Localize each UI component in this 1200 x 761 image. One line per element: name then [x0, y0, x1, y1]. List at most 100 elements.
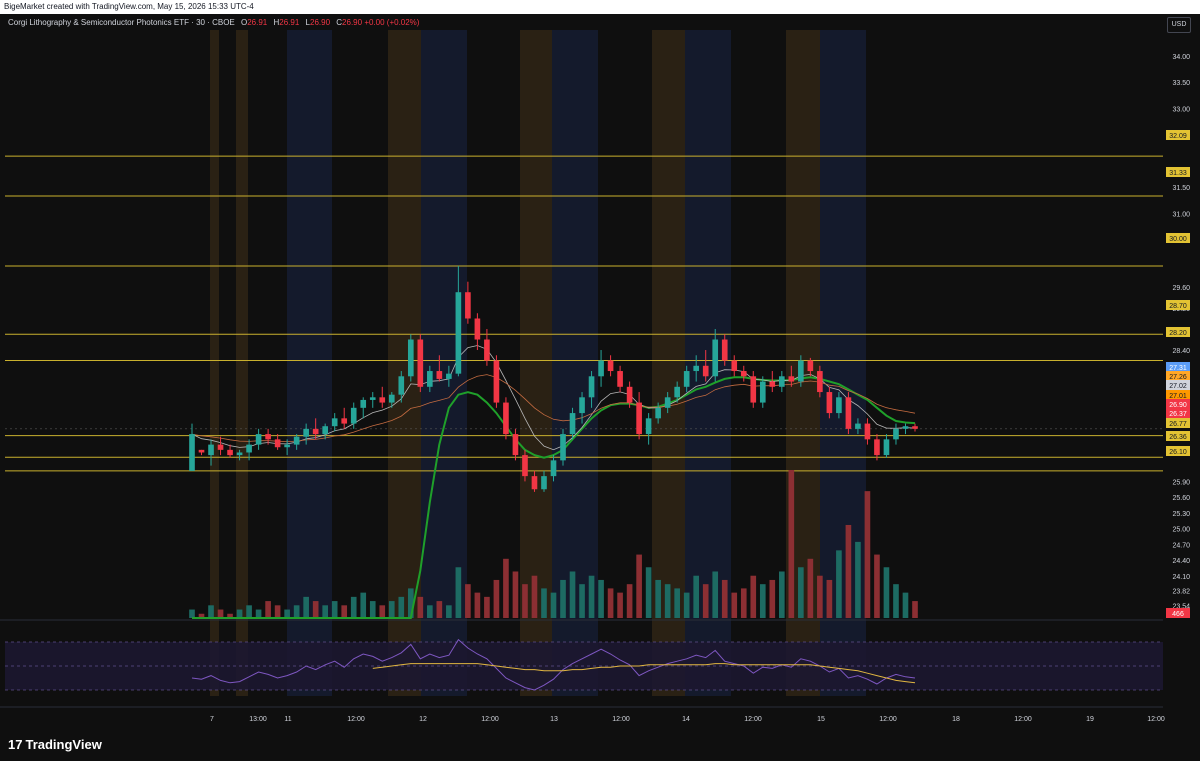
volume-bar [759, 584, 766, 618]
tradingview-mark-icon: 17 [8, 737, 23, 752]
volume-bar [626, 584, 633, 618]
time-tick-label: 12:00 [347, 716, 365, 723]
candle-body [893, 428, 899, 440]
candle-body [883, 439, 890, 456]
candle-body [446, 373, 452, 379]
time-tick-label: 14 [682, 716, 690, 723]
candle-body [731, 360, 738, 372]
volume-bar [189, 609, 195, 618]
volume-bar [674, 588, 680, 618]
candle-body [455, 292, 462, 374]
tradingview-logo[interactable]: 17 TradingView [8, 737, 102, 752]
candle-body [522, 455, 528, 477]
price-tick-label: 25.90 [1172, 479, 1190, 486]
volume-bar [465, 584, 471, 618]
chart-canvas[interactable]: 80.0060.0044.2743.01 34.0033.5033.0032.5… [0, 0, 1200, 761]
candle-body [626, 386, 633, 403]
candle-body [912, 426, 918, 429]
volume-bar [798, 567, 804, 618]
volume-bar [655, 579, 661, 618]
price-badge-label: 27.26 [1169, 374, 1187, 381]
time-tick-label: 12:00 [481, 716, 499, 723]
candle-body [284, 444, 290, 448]
volume-bar [731, 592, 738, 618]
candle-body [664, 397, 671, 408]
candle-body [588, 376, 595, 398]
candle-body [550, 460, 557, 477]
price-tick-label: 25.30 [1172, 511, 1190, 518]
symbol-legend[interactable]: Corgi Lithography & Semiconductor Photon… [8, 18, 419, 27]
price-tick-label: 33.50 [1172, 80, 1190, 87]
candle-body [407, 339, 414, 377]
candle-body [474, 318, 481, 340]
candle-body [227, 449, 233, 456]
candle-body [636, 402, 642, 435]
price-badge-label: 26.37 [1169, 411, 1187, 418]
volume-bar [331, 601, 338, 618]
time-tick-label: 18 [952, 716, 960, 723]
currency-button[interactable]: USD [1167, 17, 1191, 33]
volume-bar [817, 575, 823, 618]
volume-bar [436, 601, 443, 618]
volume-bar [312, 601, 319, 618]
price-badge-label: 27.02 [1169, 383, 1187, 390]
session-band [236, 30, 248, 696]
time-tick-label: 12 [419, 716, 427, 723]
time-tick-label: 15 [817, 716, 825, 723]
volume-bar [360, 592, 367, 618]
volume-bar [293, 605, 300, 618]
volume-bar [769, 579, 776, 618]
candle-body [398, 376, 405, 395]
volume-bar [512, 571, 519, 618]
volume-bar [503, 558, 509, 618]
price-tick-label: 25.60 [1172, 495, 1190, 502]
candle-body [531, 476, 538, 490]
candle-body [579, 397, 585, 414]
created-by-banner: BigeMarket created with TradingView.com,… [0, 0, 1200, 14]
volume-bar [750, 575, 757, 618]
candle-body [503, 402, 509, 435]
volume-bar [522, 584, 528, 618]
candle-body [388, 394, 395, 403]
price-tick-label: 24.10 [1172, 574, 1190, 581]
volume-bar [721, 579, 728, 618]
close-value: 26.90 [342, 18, 363, 27]
time-tick-label: 11 [284, 716, 291, 723]
candle-body [331, 418, 338, 427]
volume-bar [474, 592, 481, 618]
candle-body [645, 418, 652, 435]
candle-body [607, 360, 614, 372]
volume-bar [855, 541, 861, 618]
price-tick-label: 33.00 [1172, 106, 1190, 113]
candle-body [217, 444, 224, 450]
candle-body [674, 386, 680, 398]
volume-bar [541, 588, 547, 618]
price-badge-label: 28.70 [1169, 303, 1187, 310]
candle-body [541, 476, 547, 490]
volume-bar [579, 584, 585, 618]
price-badge-label: 31.33 [1169, 170, 1187, 177]
price-tick-label: 31.50 [1172, 185, 1190, 192]
candle-body [350, 407, 357, 424]
price-tick-label: 29.60 [1172, 285, 1190, 292]
volume-bar [236, 609, 243, 618]
open-value: 26.91 [247, 18, 268, 27]
volume-bar [265, 601, 271, 618]
price-badge-label: 26.90 [1169, 402, 1187, 409]
volume-bar [446, 605, 452, 618]
candle-body [512, 434, 519, 456]
volume-bar [398, 596, 405, 618]
volume-bar [836, 550, 842, 618]
volume-bar [303, 596, 309, 618]
price-axis[interactable]: 34.0033.5033.0032.5031.5031.0030.5029.60… [1163, 14, 1200, 735]
volume-bar [569, 571, 576, 618]
volume-bar [702, 584, 709, 618]
candle-body [208, 444, 214, 456]
candle-body [265, 434, 271, 440]
time-tick-label: 12:00 [612, 716, 630, 723]
candle-body [693, 365, 700, 372]
volume-bar [246, 605, 252, 618]
candle-body [836, 397, 842, 414]
price-tick-label: 28.40 [1172, 348, 1190, 355]
candle-body [721, 339, 728, 361]
